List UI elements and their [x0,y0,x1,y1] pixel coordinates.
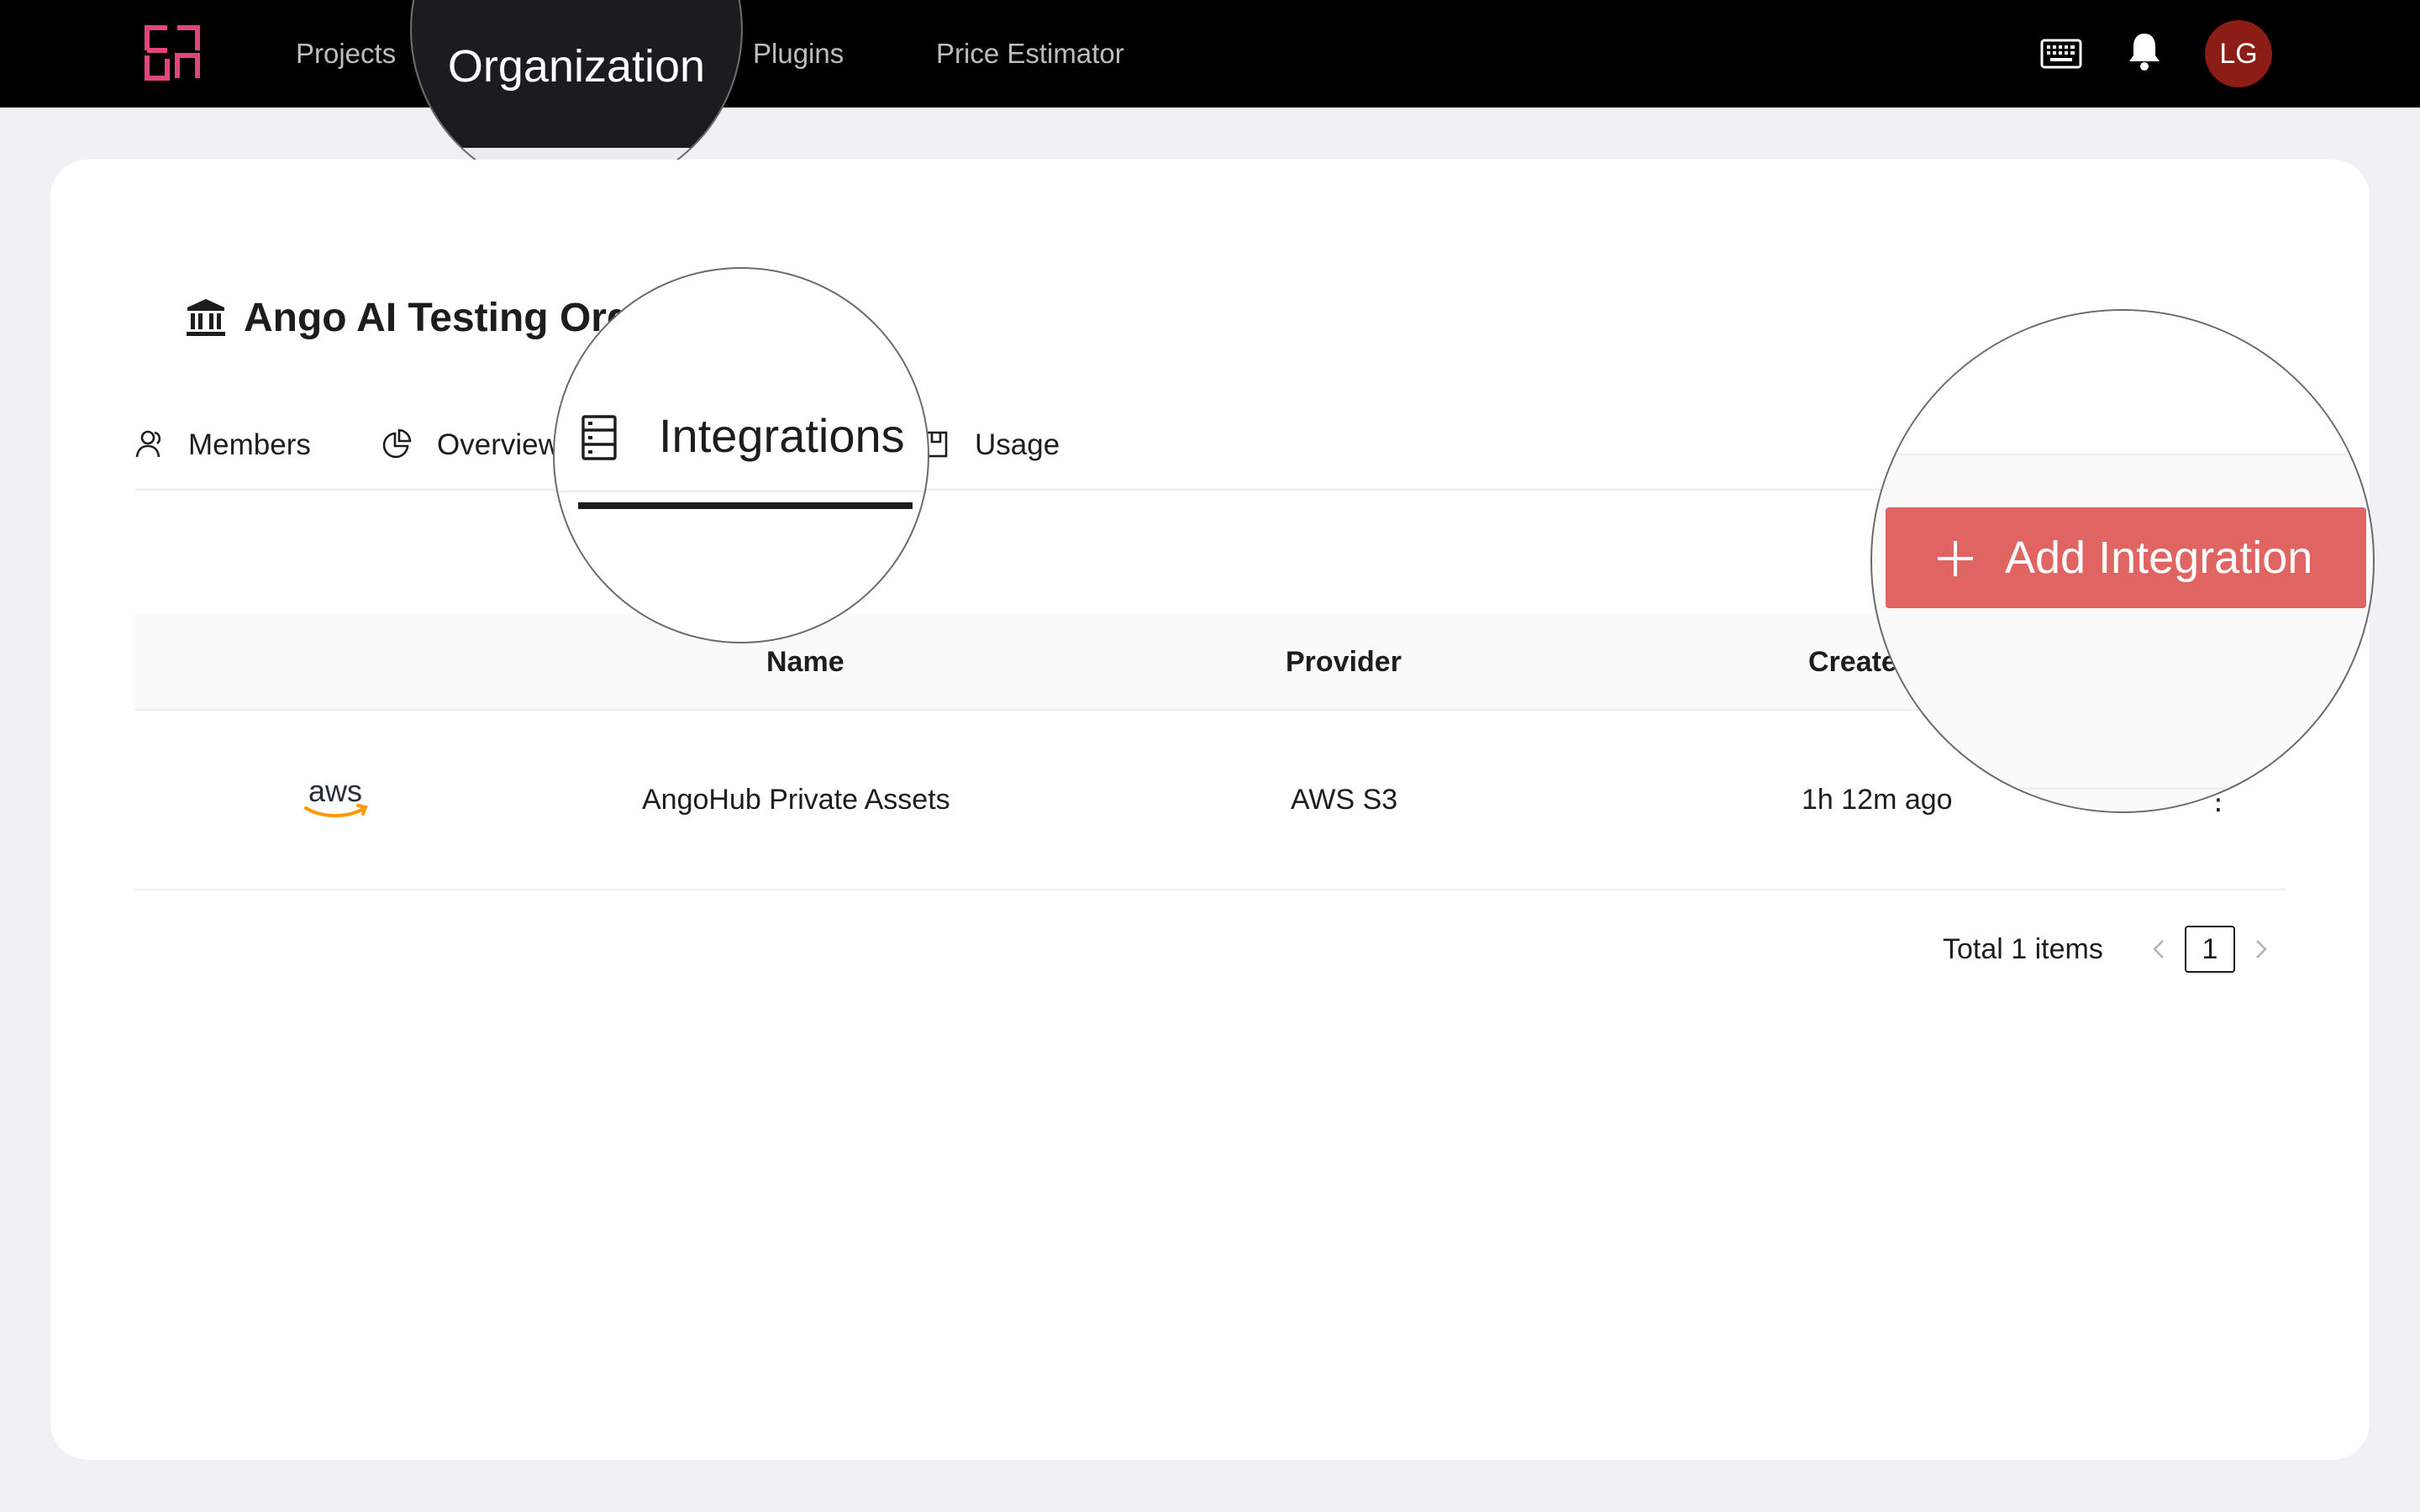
add-integration-label: Add Integration [2005,533,2313,583]
add-integration-magnifier: Add Integration [1870,309,2375,813]
tab-usage[interactable]: Usage [975,423,1060,467]
organization-title: Ango AI Testing Org [244,296,632,340]
pie-chart-icon [382,428,412,459]
nav-projects[interactable]: Projects [296,34,396,74]
add-integration-button[interactable]: Add Integration [1886,507,2366,608]
members-icon [135,430,161,458]
bell-icon[interactable] [2126,30,2163,72]
top-navigation-bar: Projects Plugins Price Estimator LG [0,0,2420,108]
tab-overview[interactable]: Overview [437,423,560,467]
nav-organization[interactable]: Organization [412,40,741,92]
keyboard-icon[interactable] [2040,39,2082,69]
server-icon [581,415,617,460]
nav-plugins[interactable]: Plugins [753,34,844,74]
integration-name[interactable]: AngoHub Private Assets [642,781,950,818]
ango-logo-icon[interactable] [145,25,200,81]
magnified-card-area [1872,311,2373,455]
bank-icon [187,299,225,336]
magnified-row-divider [1872,788,2373,790]
user-avatar[interactable]: LG [2205,20,2272,87]
chevron-left-icon[interactable] [2146,932,2171,966]
magnified-tabs-divider [555,491,928,492]
integration-created: 1h 12m ago [1802,784,1953,816]
plus-icon [1938,541,1973,576]
active-tab-indicator [578,502,913,509]
nav-price-estimator[interactable]: Price Estimator [936,34,1124,74]
integrations-tab-magnifier: Integrations [553,267,929,643]
column-header-name[interactable]: Name [766,645,844,679]
page-number-current[interactable]: 1 [2185,926,2235,973]
column-header-provider[interactable]: Provider [1286,645,1402,679]
tab-integrations[interactable]: Integrations [659,408,905,463]
pagination-total: Total 1 items [1943,933,2103,965]
integration-provider: AWS S3 [1291,784,1398,816]
tab-members[interactable]: Members [188,423,311,467]
chevron-right-icon[interactable] [2249,932,2274,966]
aws-logo-icon: aws [304,774,368,817]
svg-text:aws: aws [308,774,362,808]
